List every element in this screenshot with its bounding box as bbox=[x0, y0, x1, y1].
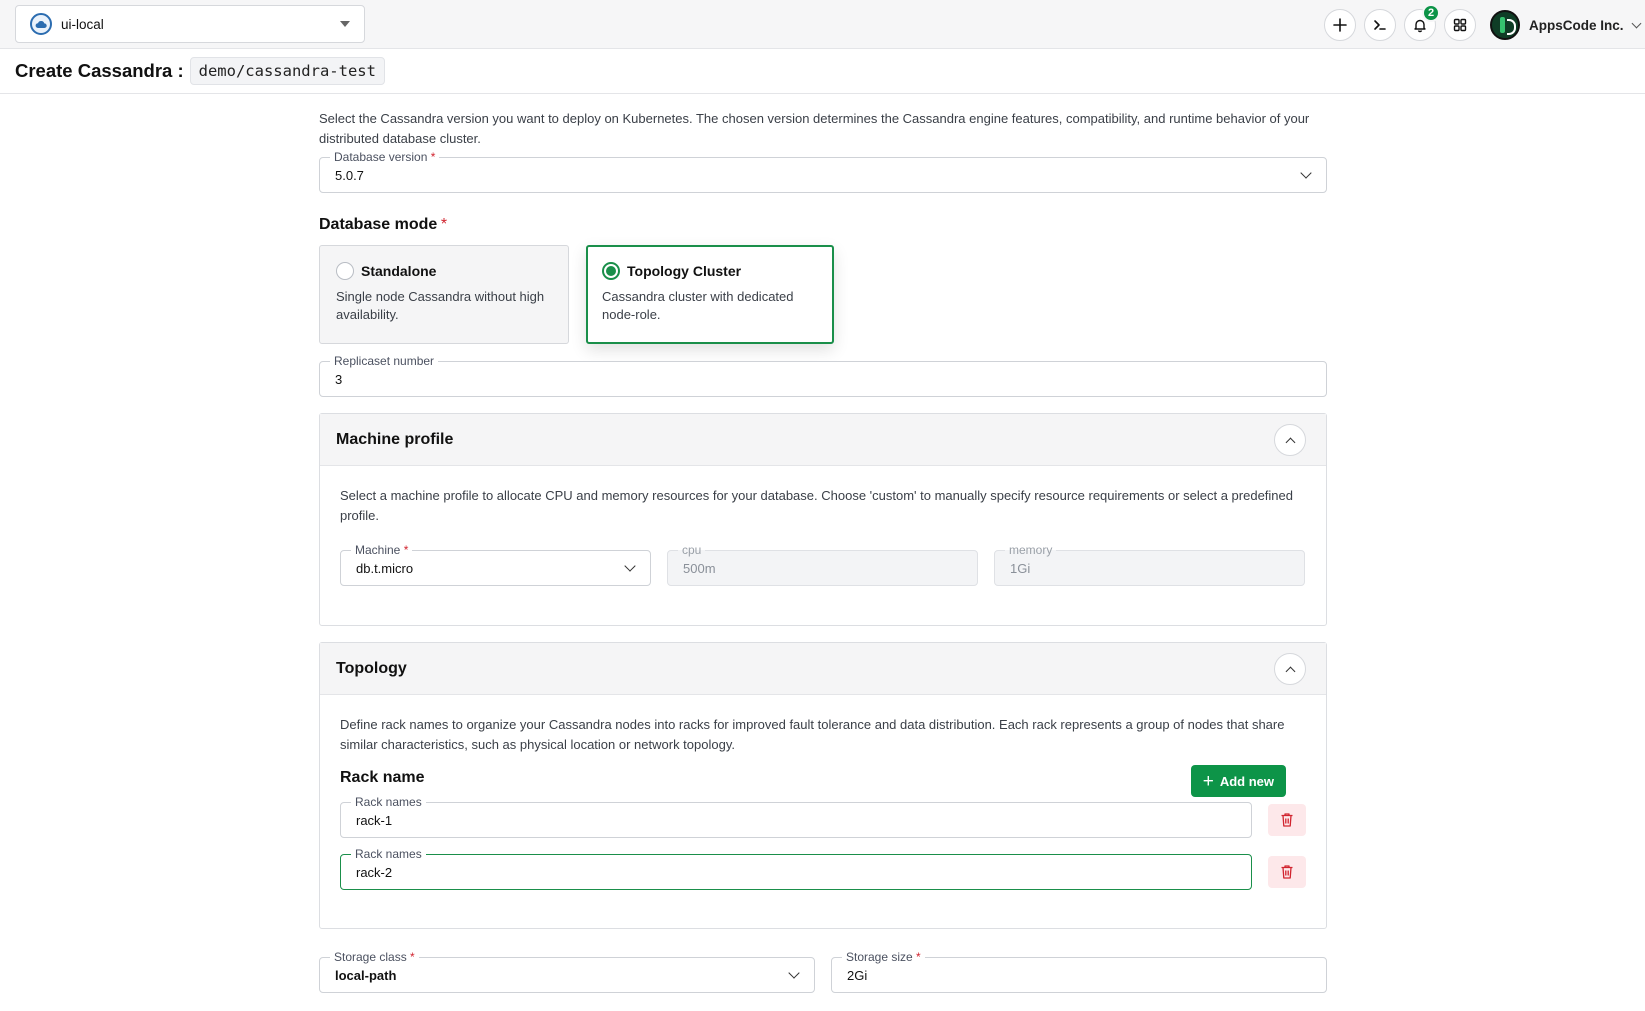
field-label: cpu bbox=[678, 543, 706, 557]
rack-name-heading: Rack name bbox=[340, 769, 425, 786]
cloud-icon bbox=[30, 13, 52, 35]
field-label: Rack names bbox=[351, 847, 426, 861]
topology-header[interactable]: Topology bbox=[320, 643, 1326, 695]
org-avatar bbox=[1490, 10, 1520, 40]
page-title: Create Cassandra : bbox=[15, 60, 184, 81]
rack-name-input[interactable]: Rack names rack-2 bbox=[340, 847, 1252, 890]
field-label: Storage class * bbox=[330, 950, 419, 964]
panel-title: Topology bbox=[336, 659, 407, 677]
machine-profile-description: Select a machine profile to allocate CPU… bbox=[340, 488, 1293, 523]
machine-profile-panel: Machine profile Select a machine profile… bbox=[319, 413, 1327, 626]
chevron-down-icon bbox=[1631, 18, 1641, 28]
top-bar: ui-local 2 AppsCode Inc. bbox=[0, 0, 1645, 49]
page-header: Create Cassandra : demo/cassandra-test bbox=[0, 49, 1645, 94]
cpu-input: cpu 500m bbox=[667, 543, 978, 586]
org-menu[interactable]: AppsCode Inc. bbox=[1490, 9, 1641, 41]
mode-title: Topology Cluster bbox=[627, 263, 742, 279]
chevron-down-icon bbox=[624, 560, 636, 572]
plus-icon: + bbox=[1202, 770, 1214, 792]
chevron-up-icon bbox=[1285, 437, 1295, 447]
radio-unchecked[interactable] bbox=[336, 262, 354, 280]
collapse-button[interactable] bbox=[1274, 424, 1306, 456]
cluster-name: ui-local bbox=[61, 16, 104, 32]
notification-count-badge: 2 bbox=[1422, 4, 1440, 22]
mode-option-standalone[interactable]: Standalone Single node Cassandra without… bbox=[319, 245, 569, 344]
field-value: 5.0.7 bbox=[335, 167, 364, 183]
chevron-down-icon bbox=[1300, 167, 1312, 179]
mode-title: Standalone bbox=[361, 263, 437, 279]
field-value: rack-2 bbox=[356, 864, 393, 880]
field-label: memory bbox=[1005, 543, 1057, 557]
field-value: local-path bbox=[335, 967, 397, 983]
delete-rack-button[interactable] bbox=[1268, 804, 1306, 836]
terminal-icon bbox=[1374, 20, 1386, 30]
trash-icon bbox=[1281, 813, 1293, 827]
field-value: rack-1 bbox=[356, 812, 393, 828]
form-content: Select the Cassandra version you want to… bbox=[319, 94, 1327, 993]
database-mode-options: Standalone Single node Cassandra without… bbox=[319, 245, 1327, 344]
mode-description: Cassandra cluster with dedicated node-ro… bbox=[602, 289, 794, 322]
database-mode-label: Database mode * bbox=[319, 216, 448, 233]
rack-name-input[interactable]: Rack names rack-1 bbox=[340, 795, 1252, 838]
field-value: db.t.micro bbox=[356, 560, 414, 576]
mode-option-topology-cluster[interactable]: Topology Cluster Cassandra cluster with … bbox=[586, 245, 834, 344]
add-rack-button[interactable]: + Add new bbox=[1190, 765, 1286, 797]
panel-title: Machine profile bbox=[336, 430, 454, 448]
field-value: 1Gi bbox=[1010, 560, 1031, 576]
chevron-down-icon bbox=[788, 967, 800, 979]
field-value: 500m bbox=[683, 560, 716, 576]
mode-description: Single node Cassandra without high avail… bbox=[336, 289, 545, 322]
apps-button[interactable] bbox=[1444, 9, 1476, 41]
grid-icon bbox=[1453, 18, 1467, 32]
field-label: Replicaset number bbox=[330, 354, 439, 368]
machine-select[interactable]: Machine * db.t.micro bbox=[340, 543, 651, 586]
delete-rack-button[interactable] bbox=[1268, 856, 1306, 888]
trash-icon bbox=[1281, 865, 1293, 879]
version-description: Select the Cassandra version you want to… bbox=[319, 111, 1310, 146]
cluster-selector[interactable]: ui-local bbox=[15, 5, 365, 43]
field-label: Storage size * bbox=[842, 950, 925, 964]
database-version-select[interactable]: Database version * 5.0.7 bbox=[319, 150, 1327, 193]
notifications-button[interactable]: 2 bbox=[1404, 4, 1440, 41]
create-button[interactable] bbox=[1324, 9, 1356, 41]
topology-description: Define rack names to organize your Cassa… bbox=[340, 717, 1285, 752]
machine-profile-header[interactable]: Machine profile bbox=[320, 414, 1326, 466]
field-value: 2Gi bbox=[847, 967, 868, 983]
terminal-button[interactable] bbox=[1364, 9, 1396, 41]
storage-class-select[interactable]: Storage class * local-path bbox=[319, 950, 815, 993]
resource-name-chip: demo/cassandra-test bbox=[189, 57, 385, 85]
replicaset-number-input[interactable]: Replicaset number 3 bbox=[319, 354, 1327, 397]
storage-size-input[interactable]: Storage size * 2Gi bbox=[831, 950, 1327, 993]
topology-panel: Topology Define rack names to organize y… bbox=[319, 642, 1327, 929]
radio-checked[interactable] bbox=[602, 262, 620, 280]
field-value: 3 bbox=[335, 371, 343, 387]
field-label: Rack names bbox=[351, 795, 426, 809]
memory-input: memory 1Gi bbox=[994, 543, 1305, 586]
field-label: Database version * bbox=[330, 150, 440, 164]
field-label: Machine * bbox=[351, 543, 413, 557]
org-name: AppsCode Inc. bbox=[1529, 17, 1624, 33]
plus-icon bbox=[1333, 18, 1347, 32]
chevron-up-icon bbox=[1285, 666, 1295, 676]
chevron-down-icon bbox=[340, 21, 350, 27]
collapse-button[interactable] bbox=[1274, 653, 1306, 685]
